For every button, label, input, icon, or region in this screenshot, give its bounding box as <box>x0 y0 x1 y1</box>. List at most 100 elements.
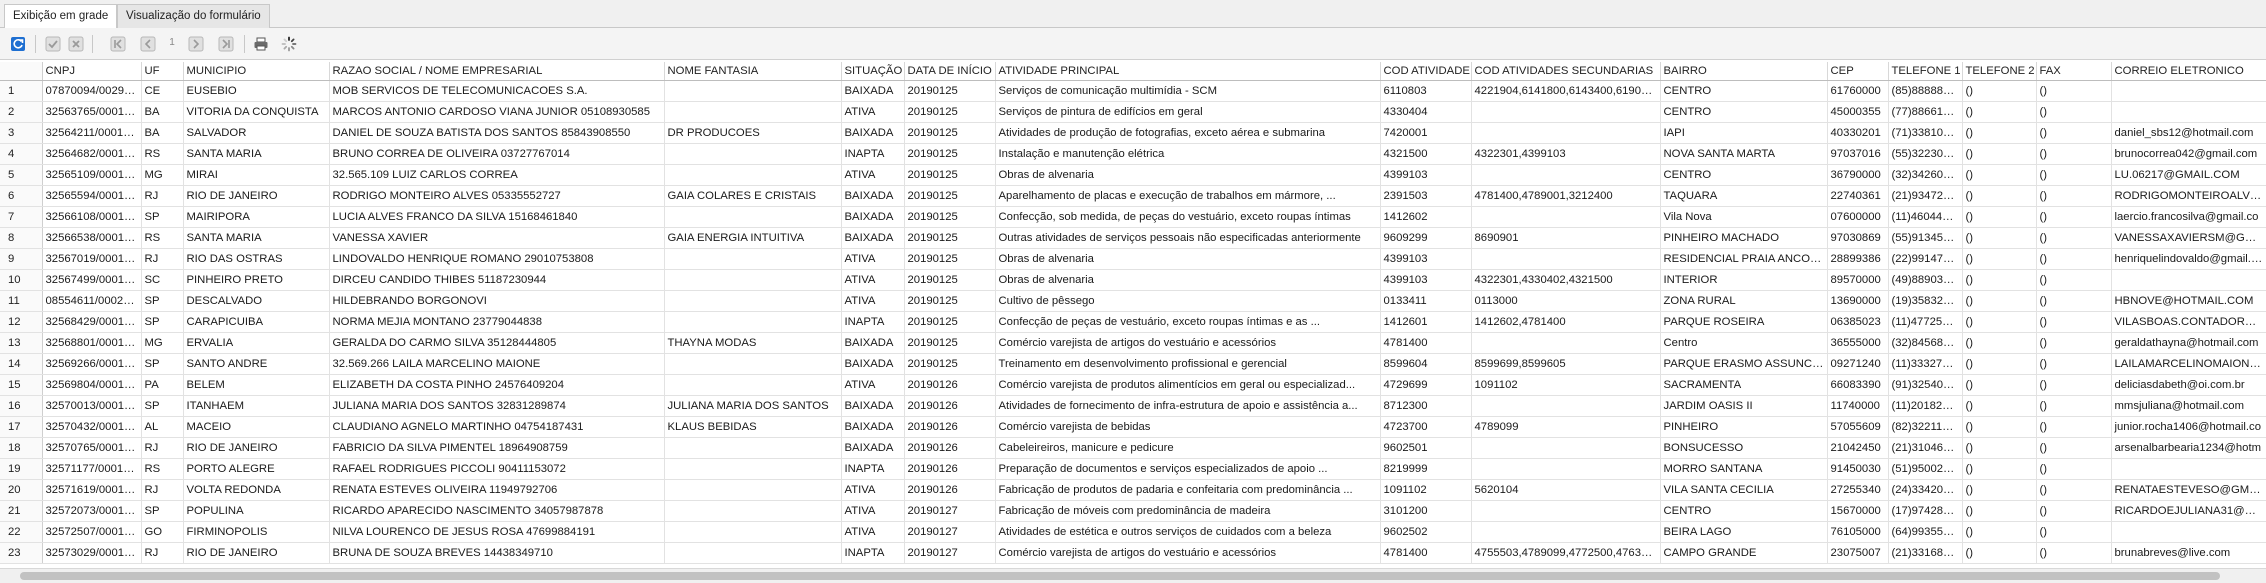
column-header[interactable]: TELEFONE 1 <box>1888 62 1963 81</box>
table-cell[interactable]: 20190126 <box>904 395 996 417</box>
table-cell[interactable]: VANESSA XAVIER <box>329 227 665 249</box>
table-cell[interactable]: Comércio varejista de produtos alimentíc… <box>995 374 1381 396</box>
table-cell[interactable]: MAIRIPORA <box>183 206 330 228</box>
table-cell[interactable]: NORMA MEJIA MONTANO 23779044838 <box>329 311 665 333</box>
table-cell[interactable]: BAIXADA <box>841 353 905 375</box>
table-row[interactable]: 6 32565594/0001-74 RJ RIO DE JANEIRO RODRIGO… <box>0 185 2266 207</box>
table-cell[interactable]: 20190125 <box>904 353 996 375</box>
table-cell[interactable]: 06385023 <box>1827 311 1889 333</box>
row-number[interactable]: 6 <box>0 185 43 207</box>
table-cell[interactable]: Instalação e manutenção elétrica <box>995 143 1381 165</box>
table-cell[interactable] <box>664 101 842 123</box>
table-cell[interactable]: () <box>1962 101 2037 123</box>
table-cell[interactable]: 20190126 <box>904 374 996 396</box>
table-cell[interactable]: () <box>2036 353 2112 375</box>
table-cell[interactable]: (22)99147638 <box>1888 248 1963 270</box>
table-cell[interactable]: Comércio varejista de bebidas <box>995 416 1381 438</box>
table-cell[interactable]: LUCIA ALVES FRANCO DA SILVA 15168461840 <box>329 206 665 228</box>
cancel-icon[interactable] <box>66 34 86 54</box>
table-cell[interactable]: Aparelhamento de placas e execução de tr… <box>995 185 1381 207</box>
table-cell[interactable]: brunocorrea042@gmail.com <box>2111 143 2266 165</box>
table-cell[interactable]: ATIVA <box>841 248 905 270</box>
table-cell[interactable]: (11)33327122 <box>1888 353 1963 375</box>
table-cell[interactable]: 91450030 <box>1827 458 1889 480</box>
table-cell[interactable]: 7420001 <box>1380 122 1472 144</box>
table-row[interactable]: 7 32566108/0001-52 SP MAIRIPORA LUCIA ALVES … <box>0 206 2266 228</box>
row-number[interactable]: 14 <box>0 353 43 375</box>
table-cell[interactable]: ATIVA <box>841 269 905 291</box>
column-header[interactable]: NOME FANTASIA <box>664 62 842 81</box>
table-cell[interactable]: (77)88661564 <box>1888 101 1963 123</box>
table-cell[interactable] <box>664 80 842 102</box>
table-cell[interactable]: 20190127 <box>904 542 996 564</box>
table-cell[interactable]: 1412602 <box>1380 206 1472 228</box>
table-cell[interactable]: (24)33420450 <box>1888 479 1963 501</box>
table-cell[interactable]: 20190126 <box>904 437 996 459</box>
table-cell[interactable]: MIRAI <box>183 164 330 186</box>
row-number[interactable]: 20 <box>0 479 43 501</box>
table-cell[interactable]: 23075007 <box>1827 542 1889 564</box>
table-cell[interactable]: BAIXADA <box>841 416 905 438</box>
table-cell[interactable]: () <box>2036 80 2112 102</box>
table-cell[interactable]: THAYNA MODAS <box>664 332 842 354</box>
check-icon[interactable] <box>43 34 63 54</box>
column-header[interactable]: DATA DE INÍCIO <box>904 62 996 81</box>
table-cell[interactable]: (32)84568506 <box>1888 332 1963 354</box>
table-cell[interactable]: PA <box>141 374 184 396</box>
table-cell[interactable]: LU.06217@GMAIL.COM <box>2111 164 2266 186</box>
table-cell[interactable]: AL <box>141 416 184 438</box>
table-cell[interactable]: CLAUDIANO AGNELO MARTINHO 04754187431 <box>329 416 665 438</box>
next-page-icon[interactable] <box>186 34 206 54</box>
table-cell[interactable]: 20190125 <box>904 227 996 249</box>
table-cell[interactable]: 20190125 <box>904 122 996 144</box>
table-row[interactable]: 19 32571177/0001-34 RS PORTO ALEGRE RAFAEL R… <box>0 458 2266 480</box>
table-cell[interactable]: 57055609 <box>1827 416 1889 438</box>
table-cell[interactable]: Confecção, sob medida, de peças do vestu… <box>995 206 1381 228</box>
table-cell[interactable] <box>1471 101 1661 123</box>
table-cell[interactable]: 07870094/0029-08 <box>42 80 142 102</box>
table-cell[interactable] <box>2111 80 2266 102</box>
table-cell[interactable]: () <box>2036 416 2112 438</box>
table-cell[interactable] <box>1471 395 1661 417</box>
table-cell[interactable]: 20190126 <box>904 479 996 501</box>
table-cell[interactable]: 20190126 <box>904 458 996 480</box>
table-cell[interactable]: 20190125 <box>904 101 996 123</box>
table-cell[interactable]: 97037016 <box>1827 143 1889 165</box>
table-cell[interactable]: SP <box>141 353 184 375</box>
table-cell[interactable]: Cabeleireiros, manicure e pedicure <box>995 437 1381 459</box>
table-row[interactable]: 2 32563765/0001-26 BA VITORIA DA CONQUISTA M… <box>0 101 2266 123</box>
table-cell[interactable]: VOLTA REDONDA <box>183 479 330 501</box>
table-cell[interactable]: 36790000 <box>1827 164 1889 186</box>
table-cell[interactable]: (21)31046363 <box>1888 437 1963 459</box>
row-number[interactable]: 11 <box>0 290 43 312</box>
table-cell[interactable]: () <box>1962 290 2037 312</box>
table-cell[interactable]: 32567499/0001-00 <box>42 269 142 291</box>
table-cell[interactable]: 32566538/0001-54 <box>42 227 142 249</box>
table-row[interactable]: 8 32566538/0001-54 RS SANTA MARIA VANESSA XA… <box>0 227 2266 249</box>
row-number[interactable]: 19 <box>0 458 43 480</box>
table-cell[interactable]: Centro <box>1660 332 1828 354</box>
horizontal-scrollbar[interactable] <box>0 568 2266 583</box>
table-cell[interactable]: () <box>1962 479 2037 501</box>
table-cell[interactable]: 08554611/0002-74 <box>42 290 142 312</box>
table-cell[interactable]: PARQUE ERASMO ASSUNCAO <box>1660 353 1828 375</box>
column-header[interactable]: COD ATIVIDADES SECUNDARIAS <box>1471 62 1661 81</box>
table-cell[interactable]: (11)46044287 <box>1888 206 1963 228</box>
table-cell[interactable]: 89570000 <box>1827 269 1889 291</box>
table-cell[interactable]: GERALDA DO CARMO SILVA 35128444805 <box>329 332 665 354</box>
table-row[interactable]: 22 32572507/0001-26 GO FIRMINOPOLIS NILVA LO… <box>0 521 2266 543</box>
table-cell[interactable] <box>664 521 842 543</box>
column-header[interactable]: CORREIO ELETRONICO <box>2111 62 2266 81</box>
table-cell[interactable]: () <box>2036 521 2112 543</box>
table-cell[interactable]: () <box>2036 164 2112 186</box>
table-cell[interactable]: POPULINA <box>183 500 330 522</box>
table-cell[interactable]: () <box>2036 332 2112 354</box>
table-cell[interactable]: 20190125 <box>904 332 996 354</box>
table-cell[interactable]: BA <box>141 122 184 144</box>
table-cell[interactable] <box>664 500 842 522</box>
table-cell[interactable]: (21)33168693 <box>1888 542 1963 564</box>
table-cell[interactable]: SC <box>141 269 184 291</box>
table-cell[interactable]: brunabreves@live.com <box>2111 542 2266 564</box>
table-cell[interactable]: () <box>1962 521 2037 543</box>
table-row[interactable]: 16 32570013/0001-92 SP ITANHAEM JULIANA MARI… <box>0 395 2266 417</box>
